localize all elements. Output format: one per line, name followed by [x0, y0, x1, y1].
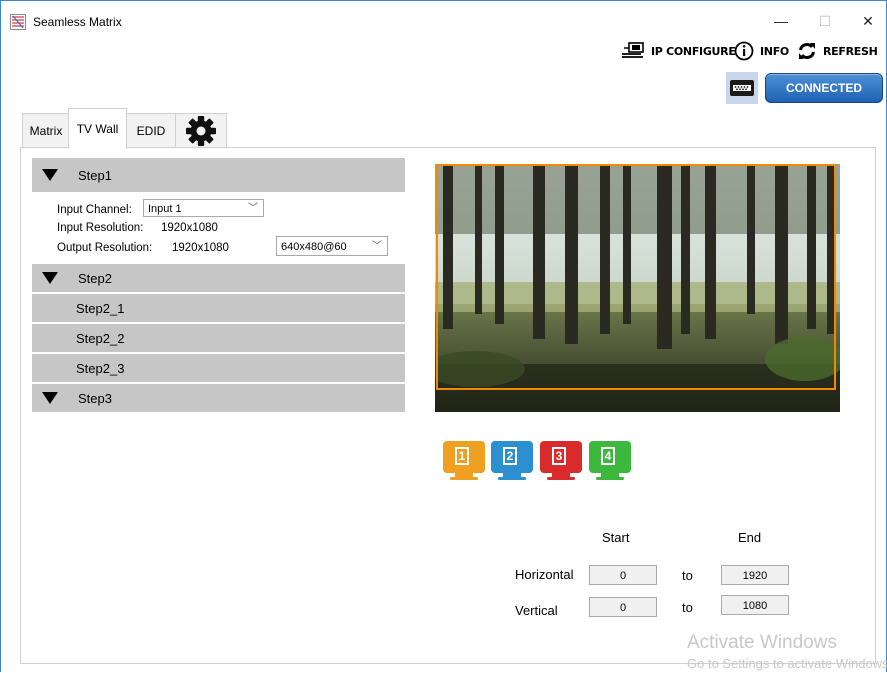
refresh-label: REFRESH: [823, 44, 878, 58]
window-title: Seamless Matrix: [33, 15, 122, 29]
vertical-to-label: to: [682, 600, 693, 615]
chevron-down-icon: ﹀: [248, 203, 258, 214]
input-channel-select[interactable]: Input 1 ﹀: [143, 199, 264, 217]
input-resolution-label: Input Resolution:: [57, 222, 144, 234]
input-channel-label: Input Channel:: [57, 204, 132, 216]
output-resolution-value: 1920x1080: [172, 242, 229, 254]
refresh-button[interactable]: REFRESH: [797, 41, 878, 61]
monitor-2-base: [498, 477, 526, 480]
activate-windows-title: Activate Windows: [687, 632, 837, 653]
vertical-label: Vertical: [515, 603, 558, 618]
step2-1-item[interactable]: Step2_1: [32, 294, 405, 322]
collapse-triangle-icon: [42, 392, 58, 404]
selected-region-frame[interactable]: [436, 164, 836, 390]
monitor-4-base: [596, 477, 624, 480]
step2-3-item[interactable]: Step2_3: [32, 354, 405, 382]
monitor-3-base: [547, 477, 575, 480]
info-icon: [734, 41, 754, 61]
title-bar: Seamless Matrix — ☐ ✕: [1, 1, 886, 31]
horizontal-to-label: to: [682, 568, 693, 583]
step1-header[interactable]: Step1: [32, 158, 405, 192]
tab-settings[interactable]: [175, 113, 227, 148]
input-resolution-value: 1920x1080: [161, 222, 218, 234]
serial-port-icon: [730, 80, 754, 96]
tab-matrix[interactable]: Matrix: [22, 113, 70, 148]
monitor-1-number: 1: [455, 447, 469, 465]
input-channel-value: Input 1: [148, 203, 182, 215]
vertical-end-field[interactable]: 1080: [721, 595, 789, 615]
end-header: End: [738, 530, 762, 545]
start-header: Start: [602, 530, 630, 545]
horizontal-label: Horizontal: [515, 567, 574, 582]
ip-configure-button[interactable]: IP CONFIGURE: [621, 41, 736, 61]
ip-configure-label: IP CONFIGURE: [651, 44, 736, 58]
network-icon: [622, 42, 644, 58]
step2-label: Step2: [78, 270, 112, 286]
maximize-button[interactable]: ☐: [810, 10, 840, 32]
close-button[interactable]: ✕: [853, 10, 883, 32]
gear-icon: [186, 116, 216, 146]
monitor-3-number: 3: [552, 447, 566, 465]
output-mode-select[interactable]: 640x480@60 ﹀: [276, 236, 388, 256]
collapse-triangle-icon: [42, 272, 58, 284]
monitor-3-button[interactable]: 3: [540, 441, 582, 481]
output-mode-value: 640x480@60: [281, 241, 347, 253]
monitor-1-base: [450, 477, 478, 480]
step2-header[interactable]: Step2: [32, 264, 405, 292]
connected-button[interactable]: CONNECTED: [765, 73, 883, 103]
step3-header[interactable]: Step3: [32, 384, 405, 412]
horizontal-start-field[interactable]: 0: [589, 565, 657, 585]
vertical-start-field[interactable]: 0: [589, 597, 657, 617]
serial-port-button[interactable]: [726, 72, 758, 104]
info-button[interactable]: INFO: [734, 41, 789, 61]
step2-2-item[interactable]: Step2_2: [32, 324, 405, 352]
monitor-4-number: 4: [601, 447, 615, 465]
output-resolution-label: Output Resolution:: [57, 242, 153, 254]
app-icon: [10, 14, 26, 30]
chevron-down-icon: ﹀: [372, 241, 382, 252]
step2-1-label: Step2_1: [76, 300, 125, 316]
tab-tv-wall[interactable]: TV Wall: [68, 108, 127, 149]
refresh-icon: [799, 43, 815, 59]
minimize-button[interactable]: —: [766, 10, 796, 32]
monitor-2-number: 2: [503, 447, 517, 465]
monitor-1-button[interactable]: 1: [443, 441, 485, 481]
step1-label: Step1: [78, 167, 112, 183]
step2-2-label: Step2_2: [76, 330, 125, 346]
collapse-triangle-icon: [42, 169, 58, 181]
horizontal-end-field[interactable]: 1920: [721, 565, 789, 585]
step3-label: Step3: [78, 390, 112, 406]
info-label: INFO: [760, 44, 789, 58]
activate-windows-subtitle: Go to Settings to activate Windows.: [687, 656, 887, 671]
tab-edid[interactable]: EDID: [125, 113, 177, 148]
monitor-2-button[interactable]: 2: [491, 441, 533, 481]
monitor-4-button[interactable]: 4: [589, 441, 631, 481]
step2-3-label: Step2_3: [76, 360, 125, 376]
